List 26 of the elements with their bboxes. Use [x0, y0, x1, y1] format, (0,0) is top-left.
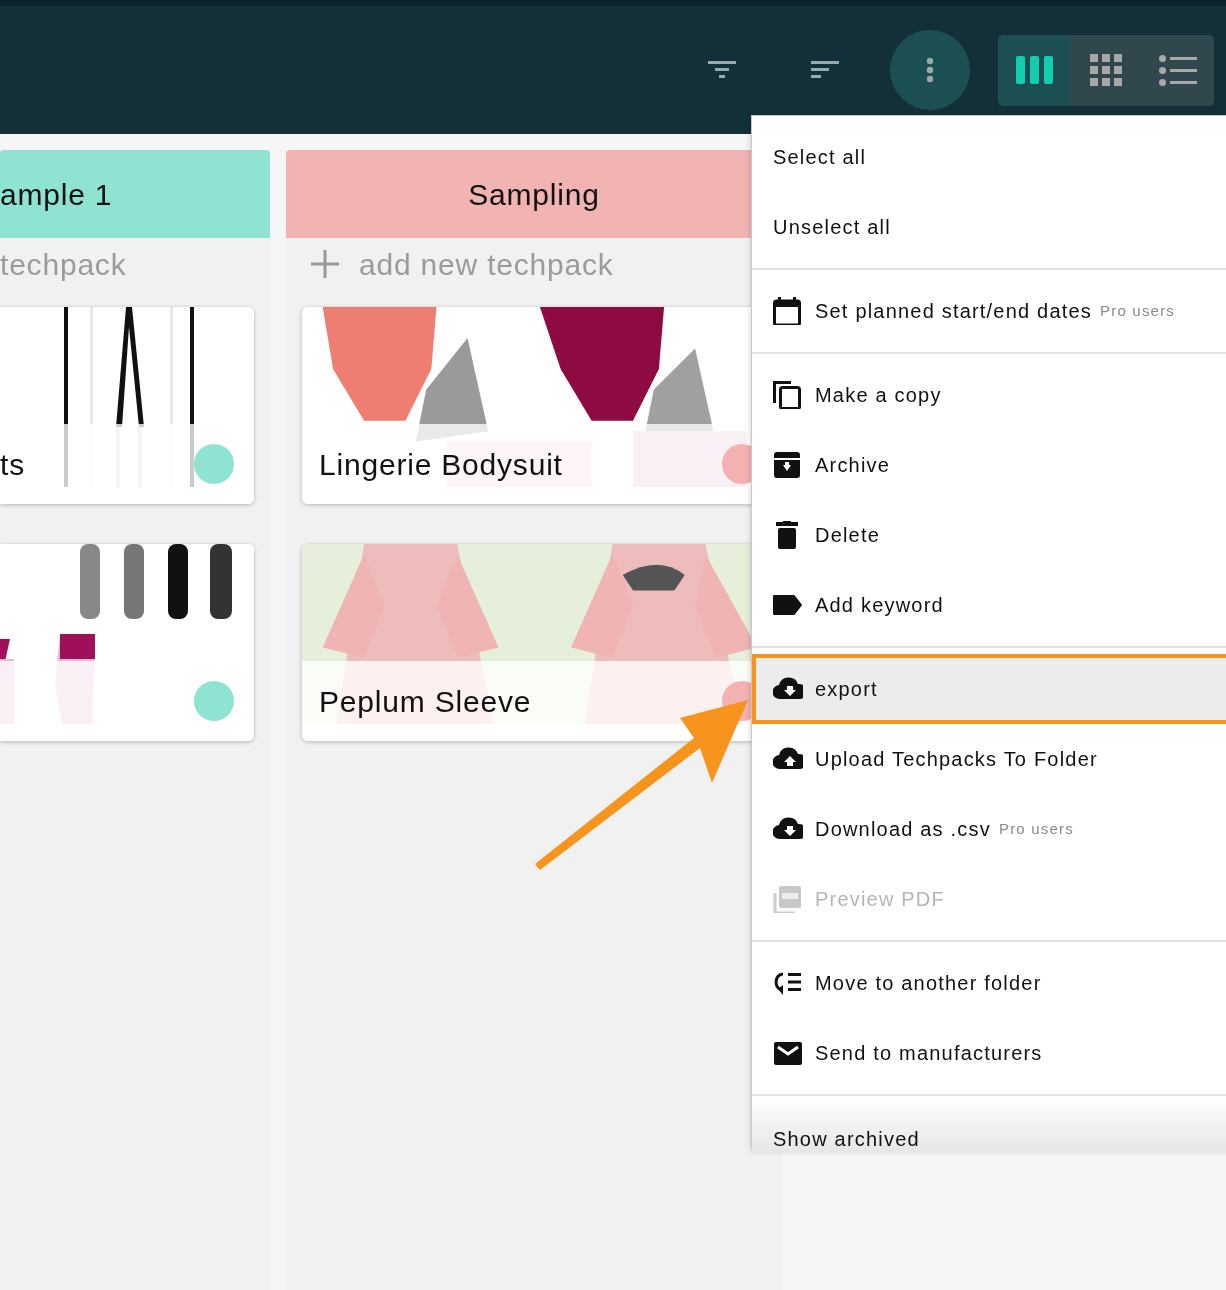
card-title: Lingerie Bodysuit	[319, 446, 563, 483]
view-mode-tab[interactable]	[998, 34, 1070, 106]
menu-item[interactable]: Download as .csv Pro users	[752, 794, 1226, 864]
pro-users-note: Pro users	[998, 818, 1074, 839]
list-view-icon	[1159, 54, 1197, 86]
copy-icon	[773, 381, 803, 409]
pdf-icon	[773, 885, 803, 913]
grid-view-icon	[1090, 54, 1122, 86]
card-title: Peplum Sleeve	[319, 683, 532, 720]
card-title: ts	[0, 446, 25, 483]
envelope-icon	[773, 1039, 803, 1067]
show-archived-link[interactable]: Show archived	[773, 1127, 920, 1151]
column-header: ample 1	[0, 150, 270, 238]
menu-item[interactable]: export	[752, 654, 1226, 724]
archive-icon	[773, 451, 803, 479]
calendar-icon	[773, 297, 803, 325]
columns-view-icon	[1015, 56, 1053, 84]
more-icon	[926, 57, 934, 83]
sort-icon	[811, 61, 839, 79]
filter-icon	[708, 61, 736, 79]
pro-users-note: Pro users	[1100, 300, 1176, 321]
menu-item[interactable]: Move to another folder	[752, 948, 1226, 1018]
techpack-card[interactable]: ts	[0, 307, 254, 504]
menu-item[interactable]: Send to manufacturers	[752, 1018, 1226, 1088]
menu-item[interactable]: Select all	[752, 122, 1226, 192]
plus-icon	[311, 250, 339, 278]
